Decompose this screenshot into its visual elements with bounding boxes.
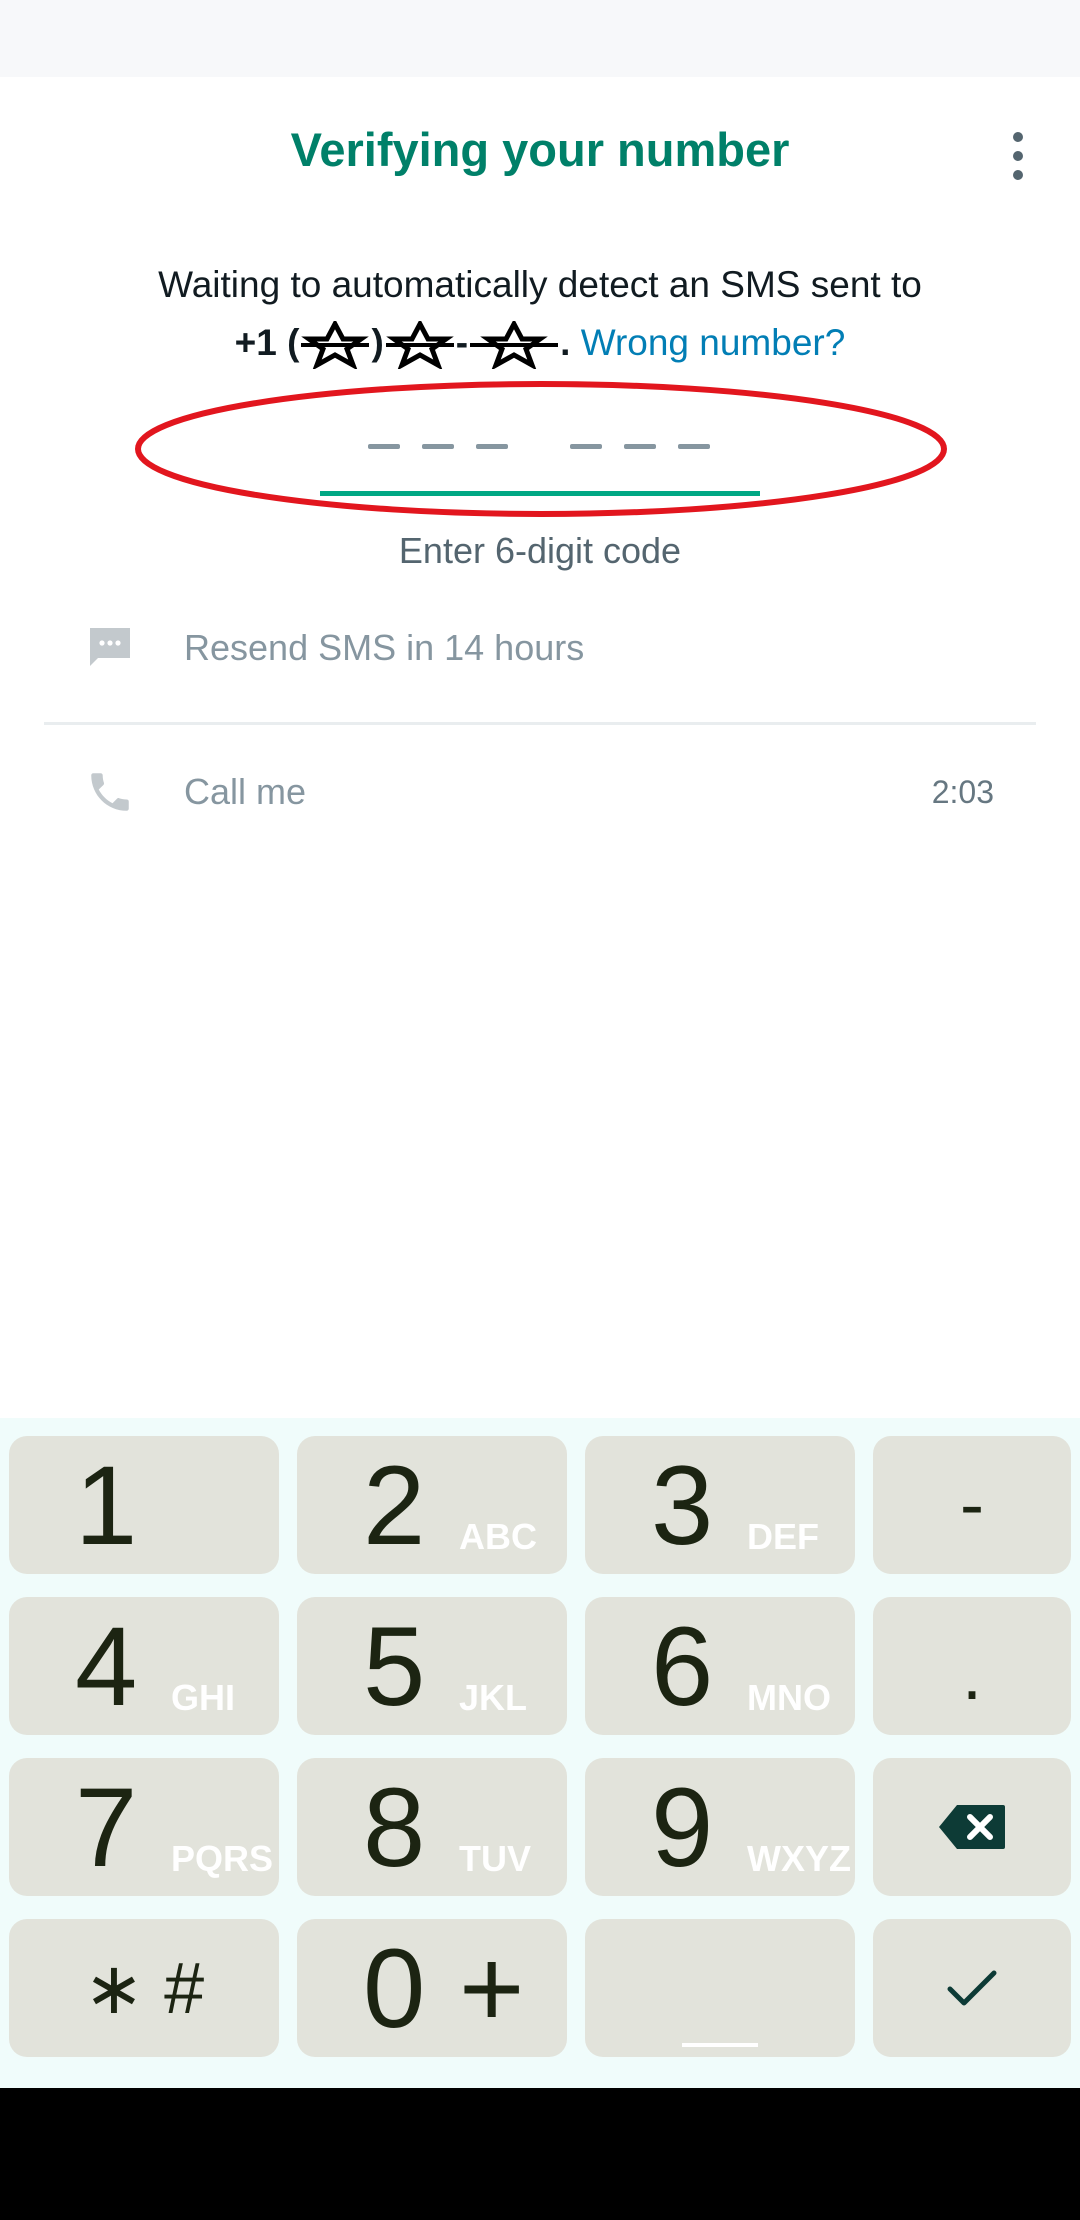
key-3[interactable]: 3 DEF: [585, 1436, 855, 1574]
code-input[interactable]: [320, 408, 760, 496]
divider: [44, 722, 1036, 725]
message-line-2: +1 () -. Wrong number?: [0, 314, 1080, 372]
key-1[interactable]: 1: [9, 1436, 279, 1574]
redacted-star-icon: [470, 321, 559, 370]
key-5[interactable]: 5 JKL: [297, 1597, 567, 1735]
key-star-hash[interactable]: ∗ #: [9, 1919, 279, 2057]
code-digit-placeholder: [368, 444, 400, 449]
wrong-number-link[interactable]: Wrong number?: [581, 322, 846, 363]
key-backspace[interactable]: [873, 1758, 1071, 1896]
backspace-icon: [873, 1758, 1071, 1896]
navigation-bar: [0, 2088, 1080, 2220]
code-digit-placeholder: [570, 444, 602, 449]
key-dot[interactable]: .: [873, 1597, 1071, 1735]
resend-sms-label: Resend SMS in 14 hours: [184, 627, 585, 668]
key-done[interactable]: [873, 1919, 1071, 2057]
call-me-row[interactable]: Call me 2:03: [44, 742, 1036, 842]
key-6[interactable]: 6 MNO: [585, 1597, 855, 1735]
redacted-star-icon: [385, 321, 454, 370]
check-icon: [873, 1919, 1071, 2057]
code-digit-placeholder: [678, 444, 710, 449]
verification-message: Waiting to automatically detect an SMS s…: [0, 256, 1080, 372]
space-bar-icon: [682, 2043, 758, 2047]
key-0-plus[interactable]: 0 +: [297, 1919, 567, 2057]
phone-icon: [82, 764, 138, 820]
code-underline: [320, 491, 760, 496]
call-me-label: Call me: [184, 771, 307, 812]
key-8[interactable]: 8 TUV: [297, 1758, 567, 1896]
page-title: Verifying your number: [290, 123, 790, 176]
key-2[interactable]: 2 ABC: [297, 1436, 567, 1574]
code-digit-placeholder: [476, 444, 508, 449]
status-bar: [0, 0, 1080, 77]
message-icon: [82, 620, 138, 676]
phone-number: +1 () -.: [235, 321, 570, 370]
key-4[interactable]: 4 GHI: [9, 1597, 279, 1735]
code-hint: Enter 6-digit code: [398, 530, 682, 571]
call-timer: 2:03: [931, 773, 994, 810]
numeric-keyboard: 1 2 ABC 3 DEF - 4 GHI 5 JKL 6 MNO . 7 PQ…: [0, 1418, 1080, 2088]
key-space[interactable]: [585, 1919, 855, 2057]
key-7[interactable]: 7 PQRS: [9, 1758, 279, 1896]
more-options-icon[interactable]: [990, 128, 1046, 184]
key-9[interactable]: 9 WXYZ: [585, 1758, 855, 1896]
message-line-1: Waiting to automatically detect an SMS s…: [158, 264, 922, 305]
key-dash[interactable]: -: [873, 1436, 1071, 1574]
code-digit-placeholder: [422, 444, 454, 449]
redacted-star-icon: [301, 321, 370, 370]
resend-sms-row[interactable]: Resend SMS in 14 hours: [44, 598, 1036, 698]
code-digit-placeholder: [624, 444, 656, 449]
